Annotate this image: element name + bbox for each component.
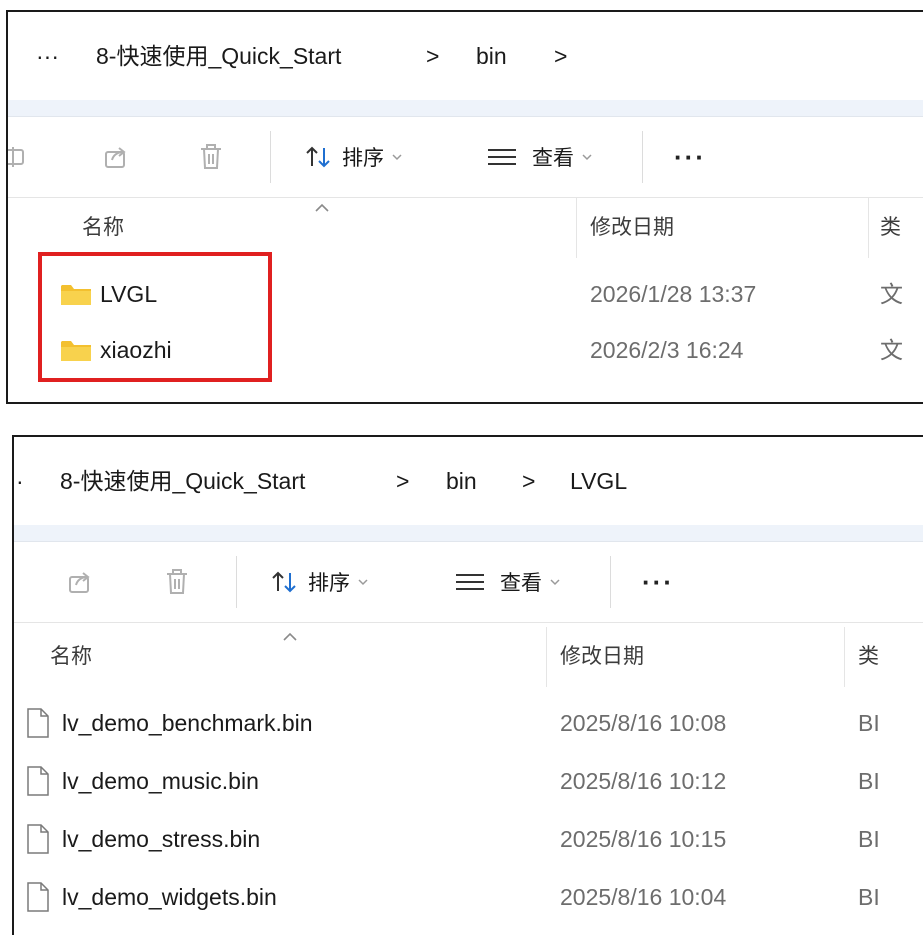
selection-highlight-box <box>38 252 272 382</box>
file-icon <box>26 869 50 925</box>
breadcrumb-item-bin[interactable]: bin <box>446 437 477 525</box>
more-options-button[interactable]: ··· <box>642 542 674 622</box>
toolbar-divider <box>270 131 271 183</box>
delete-button[interactable] <box>164 542 190 622</box>
view-button[interactable]: 查看 <box>486 117 592 197</box>
sort-label: 排序 <box>308 572 350 595</box>
file-type: BI <box>858 826 880 852</box>
view-button[interactable]: 查看 <box>454 542 560 622</box>
chevron-down-icon <box>550 578 560 586</box>
share-icon <box>102 143 130 171</box>
chevron-down-icon <box>582 153 592 161</box>
file-type: 文 <box>880 337 903 363</box>
chevron-down-icon <box>358 578 368 586</box>
column-header-name[interactable]: 名称 <box>50 627 92 687</box>
sort-ascending-caret-icon <box>282 629 298 647</box>
explorer-window-lvgl: · 8-快速使用_Quick_Start > bin > LVGL 排序 查看 … <box>12 435 923 935</box>
breadcrumb-separator-chevron[interactable]: > <box>522 437 535 525</box>
file-type: 文 <box>880 281 903 307</box>
share-button[interactable] <box>102 117 130 197</box>
breadcrumb-item-quick-start[interactable]: 8-快速使用_Quick_Start <box>60 437 305 525</box>
column-header-type[interactable]: 类 <box>880 198 901 258</box>
file-type: BI <box>858 710 880 736</box>
address-bar: · 8-快速使用_Quick_Start > bin > LVGL <box>14 437 923 525</box>
column-header-modified[interactable]: 修改日期 <box>560 627 644 687</box>
column-divider[interactable] <box>576 198 577 258</box>
toolbar-divider <box>642 131 643 183</box>
address-divider <box>8 100 923 117</box>
file-type: BI <box>858 884 880 910</box>
toolbar-divider <box>610 556 611 608</box>
breadcrumb-separator-chevron[interactable]: > <box>396 437 409 525</box>
breadcrumb-item-lvgl[interactable]: LVGL <box>570 437 627 525</box>
view-label: 查看 <box>532 147 574 170</box>
list-item[interactable]: lv_demo_music.bin 2025/8/16 10:12 BI <box>14 753 923 809</box>
list-item[interactable]: lv_demo_stress.bin 2025/8/16 10:15 BI <box>14 811 923 867</box>
delete-icon <box>198 143 224 171</box>
delete-button[interactable] <box>198 117 224 197</box>
breadcrumb-separator-chevron[interactable]: > <box>554 12 567 100</box>
command-bar: 排序 查看 ··· <box>8 117 923 198</box>
column-header-type[interactable]: 类 <box>858 627 879 687</box>
view-list-icon <box>486 145 518 169</box>
share-button[interactable] <box>66 542 94 622</box>
file-modified: 2025/8/16 10:15 <box>560 826 727 852</box>
sort-label: 排序 <box>342 147 384 170</box>
file-modified: 2025/8/16 10:12 <box>560 768 727 794</box>
chevron-down-icon <box>392 153 402 161</box>
breadcrumb-overflow[interactable]: · <box>16 437 24 525</box>
column-divider[interactable] <box>844 627 845 687</box>
breadcrumb-overflow[interactable]: ··· <box>36 12 59 100</box>
view-label: 查看 <box>500 572 542 595</box>
column-header-row: 名称 修改日期 类 <box>8 198 923 258</box>
column-divider[interactable] <box>546 627 547 687</box>
sort-icon <box>304 144 334 170</box>
file-modified: 2025/8/16 10:08 <box>560 710 727 736</box>
file-modified: 2026/1/28 13:37 <box>590 281 757 307</box>
command-bar: 排序 查看 ··· <box>14 542 923 623</box>
column-header-name[interactable]: 名称 <box>82 198 124 258</box>
list-item[interactable]: lv_demo_benchmark.bin 2025/8/16 10:08 BI <box>14 695 923 751</box>
breadcrumb-item-bin[interactable]: bin <box>476 12 507 100</box>
file-type: BI <box>858 768 880 794</box>
file-icon <box>26 811 50 867</box>
sort-icon <box>270 569 300 595</box>
toolbar-divider <box>236 556 237 608</box>
rename-button[interactable] <box>8 117 28 197</box>
sort-button[interactable]: 排序 <box>270 542 368 622</box>
more-icon: ··· <box>674 141 706 172</box>
address-bar: ··· 8-快速使用_Quick_Start > bin > <box>8 12 923 100</box>
file-icon <box>26 753 50 809</box>
share-icon <box>66 568 94 596</box>
column-header-modified[interactable]: 修改日期 <box>590 198 674 258</box>
file-name: lv_demo_music.bin <box>62 768 259 794</box>
file-name: lv_demo_stress.bin <box>62 826 261 852</box>
address-divider <box>14 525 923 542</box>
file-modified: 2025/8/16 10:04 <box>560 884 727 910</box>
column-header-row: 名称 修改日期 类 <box>14 627 923 687</box>
file-name: lv_demo_widgets.bin <box>62 884 277 910</box>
view-list-icon <box>454 570 486 594</box>
explorer-window-bin: ··· 8-快速使用_Quick_Start > bin > 排序 查看 ···… <box>6 10 923 404</box>
breadcrumb-item-quick-start[interactable]: 8-快速使用_Quick_Start <box>96 12 341 100</box>
sort-button[interactable]: 排序 <box>304 117 402 197</box>
file-name: lv_demo_benchmark.bin <box>62 710 313 736</box>
more-icon: ··· <box>642 566 674 597</box>
delete-icon <box>164 568 190 596</box>
list-item[interactable]: lv_demo_widgets.bin 2025/8/16 10:04 BI <box>14 869 923 925</box>
sort-ascending-caret-icon <box>314 200 330 218</box>
more-options-button[interactable]: ··· <box>674 117 706 197</box>
file-icon <box>26 695 50 751</box>
rename-icon <box>8 144 28 170</box>
file-modified: 2026/2/3 16:24 <box>590 337 744 363</box>
column-divider[interactable] <box>868 198 869 258</box>
breadcrumb-separator-chevron[interactable]: > <box>426 12 439 100</box>
